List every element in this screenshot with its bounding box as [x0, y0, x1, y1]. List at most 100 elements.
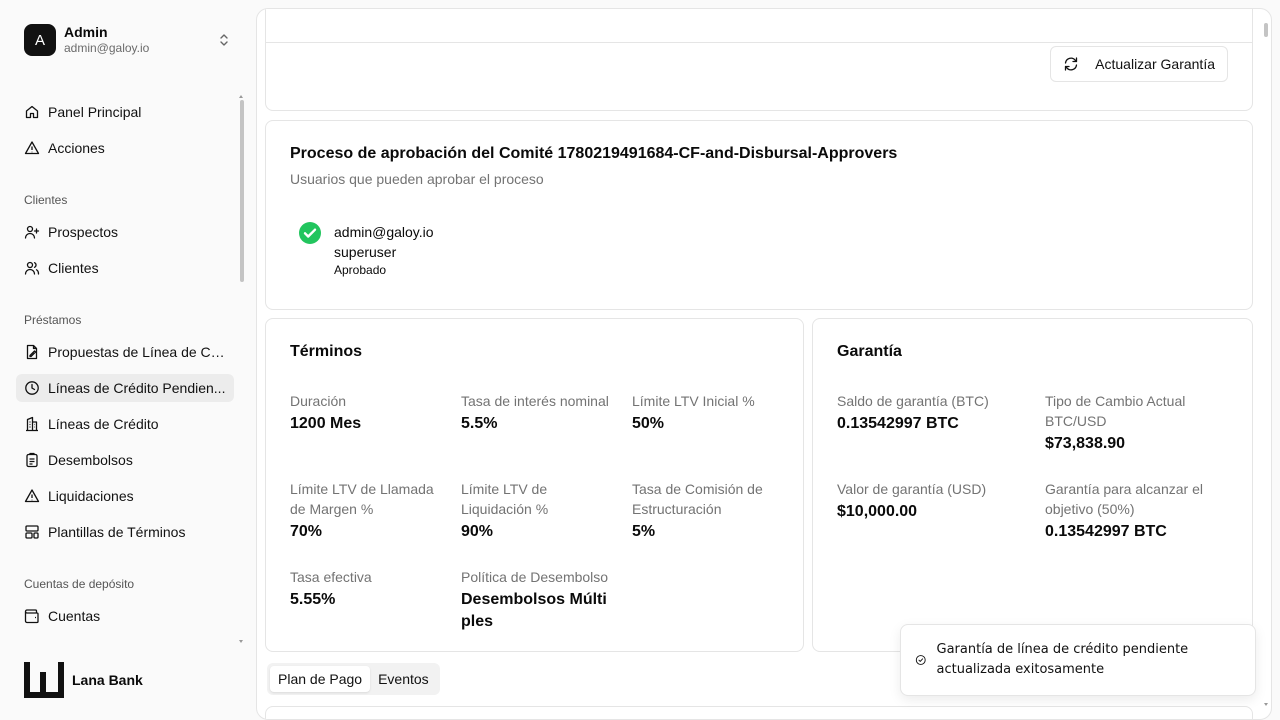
terms-card: Términos Duración 1200 Mes Tasa de inter… — [265, 318, 804, 652]
term-duration: Duración 1200 Mes — [290, 391, 440, 435]
sidebar-item-lineas-credito[interactable]: Líneas de Crédito — [16, 410, 234, 438]
alert-triangle-icon — [24, 141, 40, 155]
term-label: Tasa de Comisión de Estructuración — [632, 481, 763, 517]
check-circle-icon — [299, 222, 321, 244]
collateral-label: Tipo de Cambio Actual BTC/USD — [1045, 393, 1186, 429]
term-value: Desembolsos Múltiples — [461, 591, 607, 630]
group-label-cuentas-deposito: Cuentas de depósito — [24, 577, 135, 591]
sidebar-item-label: Propuestas de Línea de Cr... — [48, 344, 226, 360]
check-circle-outline-icon — [915, 655, 926, 665]
collateral-value: $73,838.90 — [1045, 435, 1126, 452]
chevrons-up-down-icon — [220, 34, 228, 46]
group-label-prestamos: Préstamos — [24, 313, 82, 327]
sidebar-item-desembolsos[interactable]: Desembolsos — [16, 446, 234, 474]
home-icon — [25, 105, 39, 119]
sidebar-item-label: Cuentas — [48, 608, 101, 624]
approval-title: Proceso de aprobación del Comité 1780219… — [290, 145, 898, 162]
sidebar-nav: Panel Principal Acciones Clientes Prospe… — [16, 94, 234, 630]
toast-message: Garantía de línea de crédito pendiente a… — [936, 642, 1189, 677]
collateral-title: Garantía — [837, 343, 902, 360]
collateral-label: Garantía para alcanzar el objetivo (50%) — [1045, 481, 1203, 517]
sidebar: A Admin admin@galoy.io Panel Principal A… — [0, 0, 256, 720]
collateral-to-target: Garantía para alcanzar el objetivo (50%)… — [1045, 479, 1225, 543]
collateral-exchange-rate: Tipo de Cambio Actual BTC/USD $73,838.90 — [1045, 391, 1225, 455]
term-disbursal-policy: Política de Desembolso Desembolsos Múlti… — [461, 567, 611, 633]
collateral-value: 0.13542997 BTC — [837, 415, 959, 432]
detail-tabs: Plan de Pago Eventos — [267, 663, 440, 695]
lana-bank-logo — [24, 662, 64, 698]
building-icon — [26, 416, 38, 432]
sidebar-item-label: Desembolsos — [48, 452, 133, 468]
sidebar-item-label: Líneas de Crédito — [48, 416, 159, 432]
sidebar-scroll-thumb[interactable] — [240, 100, 244, 282]
wallet-icon — [24, 609, 39, 624]
update-collateral-button[interactable]: Actualizar Garantía — [1050, 46, 1228, 82]
approval-process-card: Proceso de aprobación del Comité 1780219… — [265, 120, 1253, 310]
term-value: 5% — [632, 523, 656, 540]
sidebar-item-label: Plantillas de Términos — [48, 524, 186, 540]
collateral-value: 0.13542997 BTC — [1045, 523, 1167, 540]
term-label: Tasa efectiva — [290, 569, 372, 585]
collateral-usd-value: Valor de garantía (USD) $10,000.00 — [837, 479, 1027, 523]
approver-email: admin@galoy.io — [334, 224, 434, 240]
term-label: Tasa de interés nominal — [461, 393, 609, 409]
user-name: Admin — [64, 24, 108, 40]
group-label-clientes: Clientes — [24, 193, 68, 207]
update-collateral-label: Actualizar Garantía — [1095, 56, 1215, 72]
term-effective-rate: Tasa efectiva 5.55% — [290, 567, 440, 611]
refresh-icon — [1065, 57, 1078, 71]
sidebar-item-label: Clientes — [48, 260, 99, 276]
approver-status: Aprobado — [334, 263, 387, 277]
sidebar-item-plantillas[interactable]: Plantillas de Términos — [16, 518, 234, 546]
sidebar-item-label: Liquidaciones — [48, 488, 134, 504]
sidebar-item-panel-principal[interactable]: Panel Principal — [16, 98, 234, 126]
sidebar-item-acciones[interactable]: Acciones — [16, 134, 234, 162]
main-content: Actualizar Garantía Proceso de aprobació… — [256, 8, 1272, 720]
success-toast[interactable]: Garantía de línea de crédito pendiente a… — [900, 624, 1256, 696]
users-icon — [24, 261, 40, 275]
term-value: 50% — [632, 415, 665, 432]
file-edit-icon — [26, 344, 38, 360]
term-value: 1200 Mes — [290, 415, 362, 432]
collateral-label: Saldo de garantía (BTC) — [837, 393, 989, 409]
term-liquidation-ltv: Límite LTV de Liquidación % 90% — [461, 479, 611, 543]
tab-plan-de-pago[interactable]: Plan de Pago — [270, 666, 371, 692]
term-label: Política de Desembolso — [461, 569, 609, 585]
avatar: A — [24, 24, 56, 56]
approval-subtitle: Usuarios que pueden aprobar el proceso — [290, 171, 544, 187]
user-email: admin@galoy.io — [64, 41, 150, 55]
collateral-update-card: Actualizar Garantía — [265, 9, 1253, 111]
tab-eventos[interactable]: Eventos — [370, 666, 437, 692]
sidebar-item-label: Acciones — [48, 140, 105, 156]
clipboard-list-icon — [26, 452, 38, 468]
term-label: Duración — [290, 393, 347, 409]
collateral-balance: Saldo de garantía (BTC) 0.13542997 BTC — [837, 391, 1027, 435]
sidebar-item-clientes[interactable]: Clientes — [16, 254, 234, 282]
term-value: 70% — [290, 523, 323, 540]
collateral-value: $10,000.00 — [837, 503, 918, 520]
term-value: 5.5% — [461, 415, 498, 432]
main-scroll-thumb[interactable] — [1264, 23, 1268, 37]
layout-template-icon — [25, 525, 39, 539]
user-plus-icon — [24, 225, 40, 239]
sidebar-item-liquidaciones[interactable]: Liquidaciones — [16, 482, 234, 510]
term-label: Límite LTV de Llamada de Margen % — [290, 481, 434, 517]
term-margin-call-ltv: Límite LTV de Llamada de Margen % 70% — [290, 479, 440, 543]
main-scrollbar[interactable] — [1263, 21, 1269, 711]
collateral-card: Garantía Saldo de garantía (BTC) 0.13542… — [812, 318, 1253, 652]
term-structuring-fee: Tasa de Comisión de Estructuración 5% — [632, 479, 782, 543]
sidebar-item-propuestas[interactable]: Propuestas de Línea de Cr... — [16, 338, 234, 366]
term-initial-ltv: Límite LTV Inicial % 50% — [632, 391, 782, 435]
sidebar-item-label: Panel Principal — [48, 104, 142, 120]
sidebar-item-prospectos[interactable]: Prospectos — [16, 218, 234, 246]
terms-title: Términos — [290, 343, 363, 360]
sidebar-item-cuentas[interactable]: Cuentas — [16, 602, 234, 630]
sidebar-item-lineas-pendientes[interactable]: Líneas de Crédito Pendien... — [16, 374, 234, 402]
user-menu[interactable]: A Admin admin@galoy.io — [24, 24, 240, 56]
brand-name: Lana Bank — [72, 672, 143, 688]
term-label: Límite LTV Inicial % — [632, 393, 755, 409]
sidebar-item-label: Líneas de Crédito Pendien... — [48, 380, 226, 396]
tab-content-card — [265, 706, 1253, 719]
brand[interactable]: Lana Bank — [24, 662, 143, 698]
clock-icon — [25, 381, 39, 395]
